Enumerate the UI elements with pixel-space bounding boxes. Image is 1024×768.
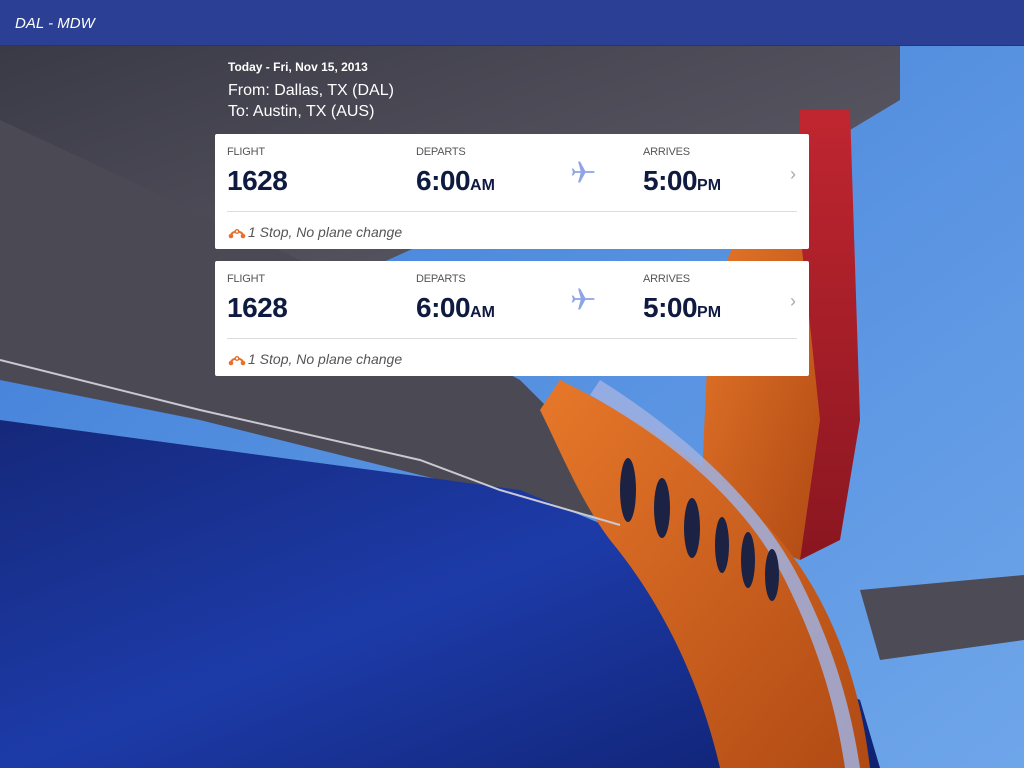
departs-time-wrap: 6:00AM <box>416 292 495 324</box>
arrives-time-wrap: 5:00PM <box>643 165 721 197</box>
background-photo <box>0 0 1024 768</box>
flight-label: FLIGHT <box>227 146 265 158</box>
card-divider <box>227 211 797 212</box>
trip-origin: From: Dallas, TX (DAL) <box>228 82 394 99</box>
trip-info: Today - Fri, Nov 15, 2013 From: Dallas, … <box>228 60 394 121</box>
arrives-column: ARRIVES 5:00PM <box>643 146 721 197</box>
arrives-ampm: PM <box>697 177 722 194</box>
departs-time: 6:00 <box>416 165 471 196</box>
arrives-label: ARRIVES <box>643 273 690 285</box>
departs-column: DEPARTS 6:00AM <box>416 146 495 197</box>
flight-column: FLIGHT 1628 <box>227 273 288 324</box>
flight-number: 1628 <box>227 292 288 323</box>
chevron-right-icon[interactable]: › <box>790 291 796 312</box>
arrives-time: 5:00 <box>643 292 698 323</box>
departs-time: 6:00 <box>416 292 471 323</box>
arrives-column: ARRIVES 5:00PM <box>643 273 721 324</box>
flight-column: FLIGHT 1628 <box>227 146 288 197</box>
stop-route-icon <box>228 355 246 366</box>
card-divider <box>227 338 797 339</box>
airplane-icon <box>571 161 595 183</box>
flight-label: FLIGHT <box>227 273 265 285</box>
stops-text: 1 Stop, No plane change <box>248 351 403 367</box>
airplane-icon <box>571 288 595 310</box>
chevron-right-icon[interactable]: › <box>790 164 796 185</box>
top-bar: DAL - MDW <box>0 0 1024 46</box>
flight-card[interactable]: FLIGHT 1628 DEPARTS 6:00AM ARRIVES 5:00P… <box>215 134 809 249</box>
departs-label: DEPARTS <box>416 146 466 158</box>
route-title: DAL - MDW <box>15 15 95 32</box>
trip-date: Today - Fri, Nov 15, 2013 <box>228 60 368 74</box>
departs-ampm: AM <box>470 177 495 194</box>
departs-column: DEPARTS 6:00AM <box>416 273 495 324</box>
stops-info: 1 Stop, No plane change <box>228 351 402 367</box>
stops-text: 1 Stop, No plane change <box>248 224 403 240</box>
stops-info: 1 Stop, No plane change <box>228 224 402 240</box>
departs-time-wrap: 6:00AM <box>416 165 495 197</box>
arrives-time-wrap: 5:00PM <box>643 292 721 324</box>
flight-number: 1628 <box>227 165 288 196</box>
departs-ampm: AM <box>470 304 495 321</box>
trip-destination: To: Austin, TX (AUS) <box>228 103 375 120</box>
arrives-time: 5:00 <box>643 165 698 196</box>
arrives-ampm: PM <box>697 304 722 321</box>
flight-card[interactable]: FLIGHT 1628 DEPARTS 6:00AM ARRIVES 5:00P… <box>215 261 809 376</box>
arrives-label: ARRIVES <box>643 146 690 158</box>
departs-label: DEPARTS <box>416 273 466 285</box>
stop-route-icon <box>228 228 246 239</box>
